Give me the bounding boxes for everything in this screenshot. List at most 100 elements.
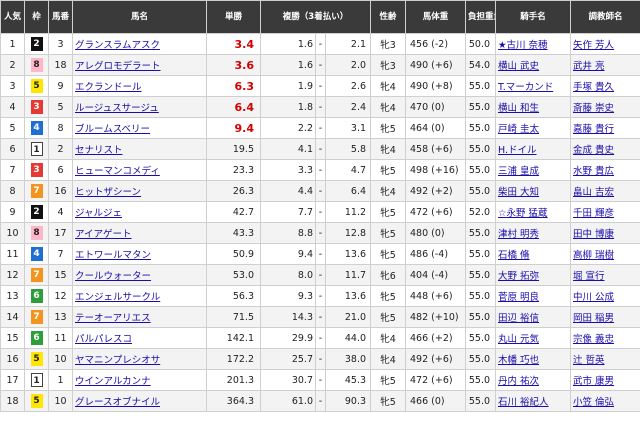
horse-name-link[interactable]: ブルームスベリー — [75, 124, 150, 135]
jockey-link[interactable]: ☆永野 猛蔵 — [498, 208, 548, 219]
popularity-rank: 14 — [0, 306, 25, 328]
place-odds-low: 3.3 — [260, 159, 316, 181]
table-header-row: 人気 枠 馬番 馬名 単勝 複勝（3着払い） 性齢 馬体重 負担重量 騎手名 調… — [0, 0, 640, 34]
trainer-link[interactable]: 嘉藤 貴行 — [573, 124, 614, 135]
place-odds-separator: - — [315, 369, 326, 391]
jockey-link[interactable]: 柴田 大知 — [498, 187, 539, 198]
frame-badge: 6 — [30, 331, 43, 345]
horse-name-link[interactable]: グランスラムアスク — [75, 40, 160, 51]
trainer-link[interactable]: 岡田 稲男 — [573, 313, 614, 324]
horse-name-cell: エクランドール — [72, 75, 207, 97]
popularity-rank: 13 — [0, 285, 25, 307]
popularity-rank: 18 — [0, 390, 25, 412]
win-odds: 172.2 — [226, 353, 254, 365]
win-odds-cell: 23.3 — [206, 159, 261, 181]
trainer-link[interactable]: 金成 貴史 — [573, 145, 614, 156]
popularity-rank: 3 — [0, 75, 25, 97]
frame-badge: 4 — [30, 247, 43, 261]
jockey-link[interactable]: 横山 武史 — [498, 61, 539, 72]
jockey-link[interactable]: 田辺 裕信 — [498, 313, 539, 324]
trainer-link[interactable]: 武市 康男 — [573, 376, 614, 387]
jockey-link[interactable]: 大野 拓弥 — [498, 271, 539, 282]
jockey-link[interactable]: 丹内 祐次 — [498, 376, 539, 387]
sex-age: 牝4 — [370, 138, 407, 160]
jockey-link[interactable]: 戸崎 圭太 — [498, 124, 539, 135]
trainer-link[interactable]: 畠山 吉宏 — [573, 187, 614, 198]
table-row: 1 2 3 グランスラムアスク 3.4 1.6-2.1 牝3 456 (-2) 50.0 ★古川 … — [0, 33, 640, 55]
trainer-link[interactable]: 矢作 芳人 — [573, 40, 614, 51]
place-odds-high: 44.0 — [324, 327, 372, 349]
win-odds-cell: 53.0 — [206, 264, 261, 286]
horse-name-link[interactable]: ウインアルカンナ — [75, 376, 151, 387]
popularity-rank: 8 — [0, 180, 25, 202]
jockey-link[interactable]: 丸山 元気 — [498, 334, 539, 345]
popularity-rank: 17 — [0, 369, 25, 391]
trainer-link[interactable]: 田中 博康 — [573, 229, 614, 240]
frame-badge: 3 — [30, 100, 43, 114]
horse-name-link[interactable]: クールウォーター — [75, 271, 151, 282]
horse-name-link[interactable]: グレースオブナイル — [75, 397, 160, 408]
place-odds-high: 90.3 — [324, 390, 372, 412]
trainer-link[interactable]: 武井 亮 — [573, 61, 605, 72]
frame-cell: 8 — [24, 54, 49, 76]
header-popularity: 人気 — [0, 0, 25, 34]
jockey-link[interactable]: ★古川 奈穂 — [498, 40, 548, 51]
win-odds-cell: 50.9 — [206, 243, 261, 265]
horse-name-link[interactable]: アイアゲート — [75, 229, 132, 240]
trainer-link[interactable]: 手塚 貴久 — [573, 82, 614, 93]
place-odds-high: 11.7 — [324, 264, 372, 286]
trainer-link[interactable]: 中川 公成 — [573, 292, 614, 303]
trainer-link[interactable]: 辻 哲英 — [573, 355, 605, 366]
win-odds-cell: 3.4 — [206, 33, 261, 55]
place-odds-separator: - — [315, 285, 326, 307]
horse-name-link[interactable]: エクランドール — [75, 82, 142, 93]
horse-name-cell: グランスラムアスク — [72, 33, 207, 55]
place-odds-high: 2.1 — [324, 33, 372, 55]
body-weight: 470 (0) — [405, 96, 467, 118]
jockey-cell: 大野 拓弥 — [495, 264, 572, 286]
frame-cell: 3 — [24, 159, 49, 181]
trainer-link[interactable]: 千田 輝彦 — [573, 208, 614, 219]
trainer-link[interactable]: 斎藤 崇史 — [573, 103, 614, 114]
horse-name-link[interactable]: ルージュスサージュ — [75, 103, 159, 114]
jockey-link[interactable]: 津村 明秀 — [498, 229, 539, 240]
win-odds-cell: 19.5 — [206, 138, 261, 160]
trainer-link[interactable]: 高柳 瑞樹 — [573, 250, 614, 261]
trainer-cell: 中川 公成 — [570, 285, 640, 307]
table-row: 12 7 15 クールウォーター 53.0 8.0-11.7 牝6 404 (-4) 55.0 大… — [0, 264, 640, 286]
horse-name-link[interactable]: テーオーアリエス — [75, 313, 151, 324]
horse-name-link[interactable]: エトワールマタン — [75, 250, 151, 261]
place-odds-low: 7.7 — [260, 201, 316, 223]
jockey-link[interactable]: H.ドイル — [498, 145, 537, 156]
horse-name-link[interactable]: エンジェルサークル — [75, 292, 160, 303]
horse-name-link[interactable]: ヤマニンプレシオサ — [75, 355, 160, 366]
trainer-cell: 田中 博康 — [570, 222, 640, 244]
trainer-cell: 金成 貴史 — [570, 138, 640, 160]
popularity-rank: 9 — [0, 201, 25, 223]
trainer-link[interactable]: 小笠 倫弘 — [573, 397, 614, 408]
jockey-link[interactable]: 三浦 皇成 — [498, 166, 539, 177]
popularity-rank: 11 — [0, 243, 25, 265]
jockey-cell: 津村 明秀 — [495, 222, 572, 244]
horse-number: 10 — [48, 348, 73, 370]
frame-badge: 2 — [30, 37, 43, 51]
jockey-link[interactable]: 菅原 明良 — [498, 292, 539, 303]
jockey-link[interactable]: T.マーカンド — [498, 82, 553, 93]
jockey-link[interactable]: 木幡 巧也 — [498, 355, 539, 366]
horse-name-link[interactable]: アレグロモデラート — [75, 61, 161, 72]
jockey-link[interactable]: 横山 和生 — [498, 103, 539, 114]
trainer-link[interactable]: 宗像 義忠 — [573, 334, 614, 345]
jockey-link[interactable]: 石川 裕紀人 — [498, 397, 549, 408]
horse-name-link[interactable]: ジャルジェ — [75, 208, 122, 219]
horse-name-link[interactable]: セナリスト — [75, 145, 123, 156]
trainer-link[interactable]: 堀 宣行 — [573, 271, 605, 282]
sex-age: 牝5 — [370, 243, 407, 265]
horse-name-cell: ルージュスサージュ — [72, 96, 207, 118]
horse-name-link[interactable]: ヒットザシーン — [75, 187, 141, 198]
horse-name-link[interactable]: ヒューマンコメディ — [75, 166, 160, 177]
trainer-link[interactable]: 水野 貴広 — [573, 166, 614, 177]
jockey-link[interactable]: 石橋 脩 — [498, 250, 530, 261]
sex-age: 牝5 — [370, 390, 407, 412]
header-place-odds: 複勝（3着払い） — [259, 0, 372, 34]
horse-name-link[interactable]: パルパレスコ — [75, 334, 132, 345]
